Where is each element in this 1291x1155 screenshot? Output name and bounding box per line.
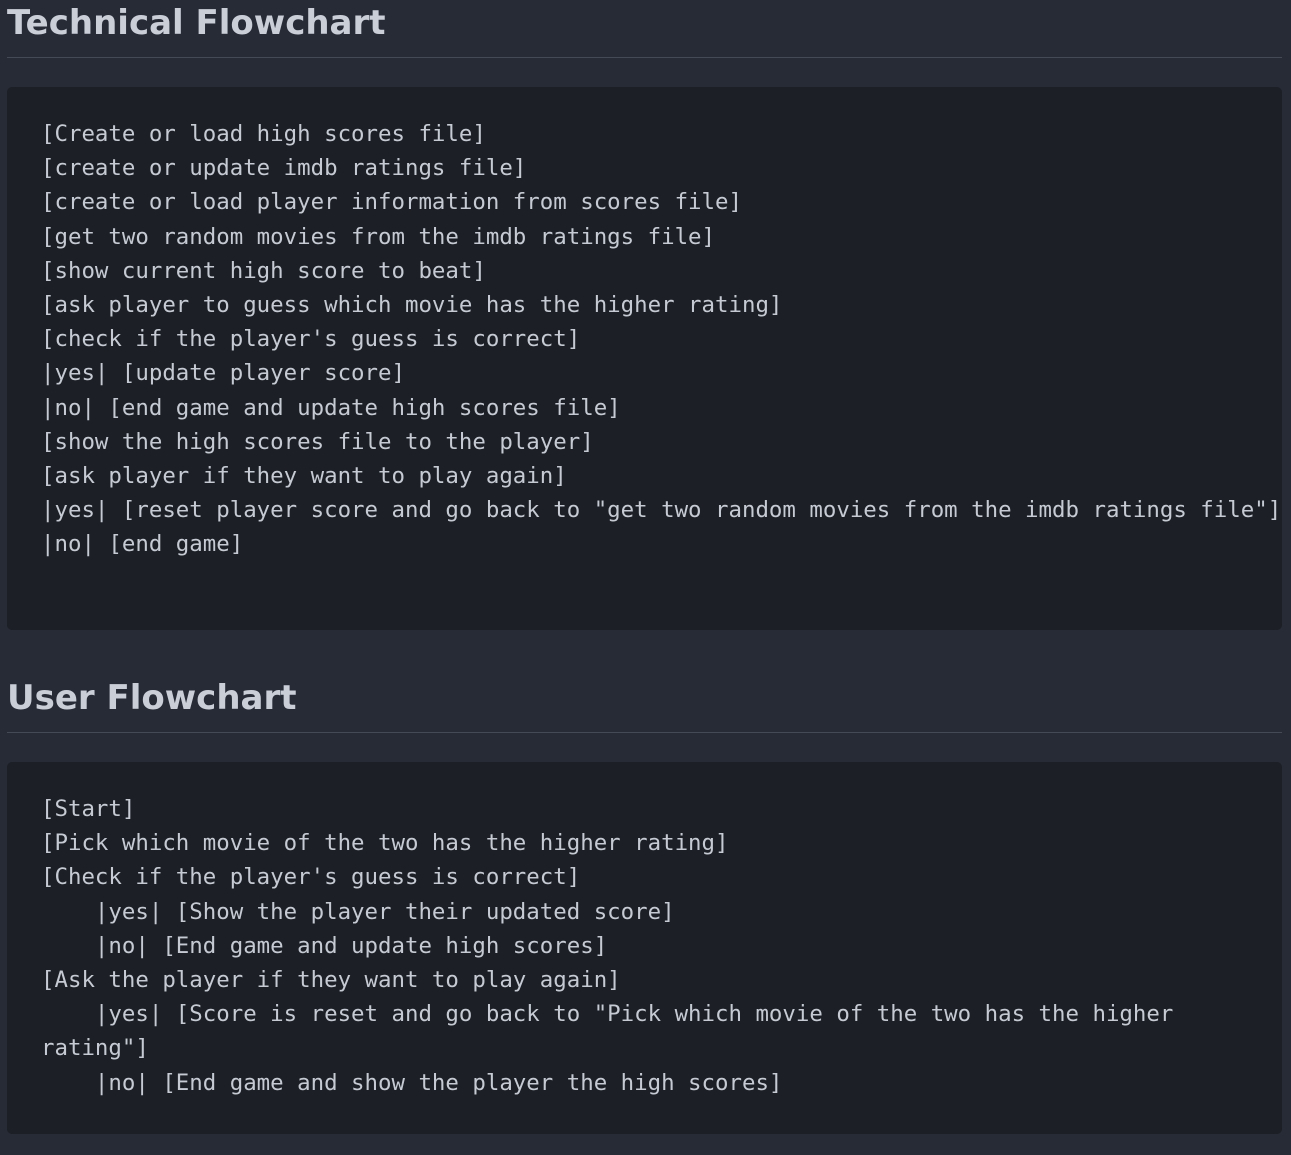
code-line: |yes| [Score is reset and go back to "Pi…: [41, 1001, 1187, 1062]
code-text[interactable]: [Start] [Pick which movie of the two has …: [41, 792, 1282, 1100]
code-line: |yes| [reset player score and go back to…: [41, 497, 1282, 524]
code-line: [Create or load high scores file]: [41, 121, 486, 147]
code-line: [Pick which movie of the two has the hig…: [41, 830, 729, 857]
code-text[interactable]: [Create or load high scores file] [create…: [41, 117, 1282, 562]
code-line: [Check if the player's guess is correct]: [41, 864, 581, 891]
code-line: [get two random movies from the imdb rat…: [41, 223, 716, 250]
code-line: [create or update imdb ratings file]: [41, 155, 527, 182]
technical-flowchart-code-block[interactable]: [Create or load high scores file] [create…: [7, 87, 1282, 630]
code-line: |no| [end game and update high scores fi…: [41, 394, 621, 421]
code-line: [ask player if they want to play again]: [41, 463, 567, 490]
code-line: [show the high scores file to the player…: [41, 428, 594, 455]
code-line: |yes| [Show the player their updated sco…: [41, 898, 675, 925]
code-line: |no| [End game and update high scores]: [41, 932, 608, 959]
heading-divider: [7, 57, 1282, 58]
code-line: |yes| [update player score]: [41, 360, 405, 387]
code-line: [Start]: [41, 796, 136, 822]
code-line: [check if the player's guess is correct]: [41, 326, 581, 353]
code-line: [Ask the player if they want to play aga…: [41, 967, 621, 994]
code-line: |no| [end game]: [41, 531, 244, 558]
heading-divider: [7, 732, 1282, 733]
code-line: |no| [End game and show the player the h…: [41, 1069, 783, 1096]
technical-flowchart-heading: Technical Flowchart: [7, 3, 386, 43]
user-flowchart-heading: User Flowchart: [7, 678, 297, 718]
user-flowchart-code-block[interactable]: [Start] [Pick which movie of the two has …: [7, 762, 1282, 1134]
code-line: [create or load player information from …: [41, 189, 742, 216]
code-line: [show current high score to beat]: [41, 257, 486, 284]
code-line: [ask player to guess which movie has the…: [41, 292, 783, 319]
